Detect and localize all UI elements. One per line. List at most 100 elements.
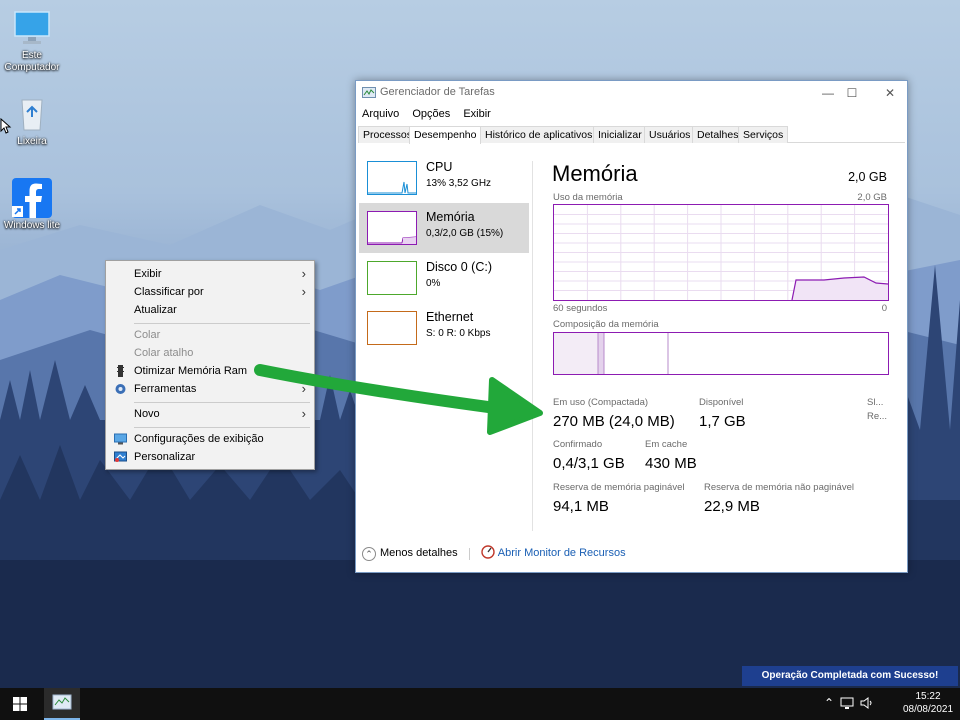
resource-disco[interactable]: Disco 0 (C:) 0%	[359, 253, 529, 303]
resource-ethernet[interactable]: Ethernet S: 0 R: 0 Kbps	[359, 303, 529, 353]
resource-monitor-link[interactable]: Abrir Monitor de Recursos	[481, 545, 626, 562]
resource-detail: 13% 3,52 GHz	[426, 178, 492, 189]
composition-label: Composição da memória	[553, 319, 659, 330]
facebook-icon	[12, 178, 52, 218]
tab-desempenho[interactable]: Desempenho	[409, 126, 482, 144]
desktop-icon-this-pc[interactable]: Este Computador	[0, 8, 64, 74]
window-title: Gerenciador de Tarefas	[380, 86, 495, 98]
menu-arquivo[interactable]: Arquivo	[362, 108, 399, 120]
menu-item-atualizar[interactable]: Atualizar	[106, 301, 314, 319]
resource-name: CPU	[426, 160, 453, 174]
disk-graph-thumbnail	[367, 261, 417, 295]
available-label: Disponível	[699, 397, 744, 408]
less-details-button[interactable]: ⌃ Menos detalhes	[362, 546, 461, 561]
personalize-icon	[114, 451, 127, 463]
graph-time-label: 60 segundos	[553, 303, 608, 314]
close-button[interactable]: ✕	[875, 84, 905, 102]
menu-item-label: Colar	[134, 329, 161, 341]
title-bar[interactable]: Gerenciador de Tarefas — ☐ ✕	[356, 81, 907, 105]
nonpaged-pool-value: 22,9 MB	[704, 498, 760, 515]
menu-item-colar-atalho: Colar atalho	[106, 344, 314, 362]
menu-exibir[interactable]: Exibir	[463, 108, 491, 120]
menu-item-label: Ferramentas	[134, 383, 197, 395]
menu-item-label: Novo	[134, 408, 160, 420]
task-manager-taskbar-icon	[52, 694, 72, 710]
menu-item-exibir[interactable]: Exibir ›	[106, 265, 314, 283]
resource-detail: S: 0 R: 0 Kbps	[426, 328, 491, 339]
resource-name: Ethernet	[426, 310, 474, 324]
taskbar: ⌃ 15:22 08/08/2021	[0, 688, 960, 720]
success-toast: Operação Completada com Sucesso!	[742, 666, 958, 686]
reserved-label: Re...	[867, 411, 888, 422]
menu-item-novo[interactable]: Novo ›	[106, 405, 314, 423]
slots-label: Sl...	[867, 397, 884, 408]
gear-icon	[114, 383, 127, 395]
tab-servicos[interactable]: Serviços	[738, 126, 789, 143]
memory-total: 2,0 GB	[848, 170, 887, 184]
graph-time-min: 0	[881, 303, 887, 314]
menu-item-configuracoes-exibicao[interactable]: Configurações de exibição	[106, 430, 314, 448]
menu-item-personalizar[interactable]: Personalizar	[106, 448, 314, 466]
in-use-label: Em uso (Compactada)	[553, 397, 649, 408]
desktop-icon-label: Lixeira	[17, 136, 47, 147]
paged-pool-label: Reserva de memória paginável	[553, 482, 685, 493]
paged-pool-value: 94,1 MB	[553, 498, 609, 515]
memory-composition-bar	[553, 332, 889, 375]
tab-inicializar[interactable]: Inicializar	[593, 126, 647, 143]
memory-usage-graph	[553, 204, 889, 301]
menu-separator	[134, 402, 310, 403]
memory-title: Memória	[552, 161, 638, 186]
chevron-right-icon: ›	[301, 266, 306, 281]
resource-detail: 0,3/2,0 GB (15%)	[426, 228, 504, 239]
less-details-label: Menos detalhes	[380, 547, 458, 560]
maximize-button[interactable]: ☐	[837, 84, 867, 102]
resource-monitor-icon	[481, 545, 495, 562]
ethernet-graph-thumbnail	[367, 311, 417, 345]
taskbar-app-task-manager[interactable]	[44, 688, 80, 720]
task-manager-app-icon	[362, 86, 376, 103]
resource-detail: 0%	[426, 278, 441, 289]
resource-memoria[interactable]: Memória 0,3/2,0 GB (15%)	[359, 203, 529, 253]
mouse-cursor-icon	[0, 118, 12, 134]
clock-date: 08/08/2021	[902, 704, 954, 715]
windows-logo-icon	[13, 697, 27, 711]
system-tray: ⌃ 15:22 08/08/2021	[820, 688, 960, 720]
tab-usuarios[interactable]: Usuários	[644, 126, 696, 143]
recycle-bin-icon	[12, 94, 52, 134]
desktop-icon-windows-lite[interactable]: Windows lite	[0, 178, 64, 232]
menu-separator	[134, 427, 310, 428]
menu-bar: Arquivo Opções Exibir	[362, 108, 501, 120]
resource-cpu[interactable]: CPU 13% 3,52 GHz	[359, 153, 529, 203]
menu-item-otimizar-memoria[interactable]: Otimizar Memória Ram	[106, 362, 314, 380]
cached-label: Em cache	[645, 439, 688, 450]
menu-opcoes[interactable]: Opções	[412, 108, 450, 120]
tab-historico[interactable]: Histórico de aplicativos	[480, 126, 598, 143]
start-button[interactable]	[0, 688, 40, 720]
chevron-right-icon: ›	[301, 284, 306, 299]
monitor-icon	[12, 8, 52, 48]
volume-icon[interactable]	[860, 696, 874, 713]
memory-usage-max: 2,0 GB	[857, 192, 887, 203]
tab-bar: Processos Desempenho Histórico de aplica…	[358, 126, 905, 144]
menu-item-ferramentas[interactable]: Ferramentas ›	[106, 380, 314, 398]
tab-detalhes[interactable]: Detalhes	[692, 126, 744, 143]
chevron-up-icon[interactable]: ⌃	[824, 696, 834, 710]
chevron-right-icon: ›	[301, 381, 306, 396]
clock[interactable]: 15:22 08/08/2021	[902, 690, 954, 716]
desktop-context-menu: Exibir › Classificar por › Atualizar Col…	[105, 260, 315, 470]
menu-item-label: Personalizar	[134, 451, 196, 463]
memory-usage-label: Uso da memória	[553, 192, 623, 203]
clock-time: 15:22	[915, 691, 941, 702]
menu-item-label: Colar atalho	[134, 347, 194, 359]
menu-item-label: Configurações de exibição	[134, 433, 264, 445]
committed-label: Confirmado	[553, 439, 603, 450]
footer: ⌃ Menos detalhes Abrir Monitor de Recurso…	[362, 545, 626, 562]
menu-item-classificar[interactable]: Classificar por ›	[106, 283, 314, 301]
cached-value: 430 MB	[645, 455, 697, 472]
available-value: 1,7 GB	[699, 413, 746, 430]
chevron-up-icon: ⌃	[362, 546, 376, 561]
menu-item-label: Otimizar Memória Ram	[134, 365, 248, 377]
network-icon[interactable]	[840, 696, 854, 713]
menu-item-colar: Colar	[106, 326, 314, 344]
footer-divider	[468, 547, 470, 560]
